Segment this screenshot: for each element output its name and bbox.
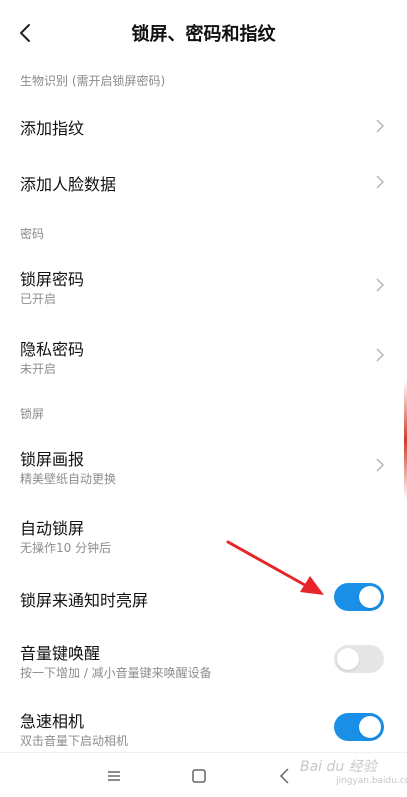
chevron-right-icon: [376, 119, 385, 133]
row-auto-lock[interactable]: 自动锁屏 无操作10 分钟后: [0, 502, 407, 566]
wake-on-notification-toggle[interactable]: [334, 583, 384, 611]
settings-screen: 锁屏、密码和指纹 生物识别 (需开启锁屏密码) 添加指纹 添加人脸数据 密码 锁…: [0, 0, 407, 797]
row-subtitle: 双击音量下启动相机: [20, 734, 129, 748]
chevron-right-icon: [376, 175, 385, 189]
row-privacy-password[interactable]: 隐私密码 未开启: [0, 322, 407, 388]
annotation-arrow: [226, 540, 324, 595]
quick-camera-toggle[interactable]: [334, 713, 384, 741]
chevron-right-icon: [376, 348, 385, 362]
section-label-lockscreen: 锁屏: [20, 407, 45, 421]
row-add-face[interactable]: 添加人脸数据: [0, 154, 407, 210]
row-subtitle: 无操作10 分钟后: [20, 541, 112, 555]
row-quick-camera[interactable]: 急速相机 双击音量下启动相机: [0, 698, 407, 752]
toggle-knob: [337, 648, 359, 670]
row-subtitle: 未开启: [20, 362, 57, 376]
row-title: 锁屏画报: [20, 450, 85, 469]
row-title: 隐私密码: [20, 340, 85, 359]
page-title: 锁屏、密码和指纹: [131, 24, 276, 45]
row-title: 急速相机: [20, 712, 85, 731]
chevron-right-icon: [376, 458, 385, 472]
header: 锁屏、密码和指纹: [0, 0, 407, 66]
row-wake-on-notification[interactable]: 锁屏来通知时亮屏: [0, 568, 407, 626]
section-label-password: 密码: [20, 227, 45, 241]
toggle-knob: [359, 586, 381, 608]
row-volume-wake[interactable]: 音量键唤醒 按一下增加 / 减小音量键来唤醒设备: [0, 630, 407, 692]
chevron-right-icon: [376, 278, 385, 292]
row-lock-password[interactable]: 锁屏密码 已开启: [0, 252, 407, 318]
row-title: 添加指纹: [20, 119, 85, 138]
back-icon[interactable]: [275, 766, 295, 786]
row-title: 音量键唤醒: [20, 644, 101, 663]
menu-icon[interactable]: [104, 766, 124, 786]
row-title: 锁屏密码: [20, 270, 85, 289]
row-title: 锁屏来通知时亮屏: [20, 591, 149, 610]
row-add-fingerprint[interactable]: 添加指纹: [0, 98, 407, 154]
toggle-knob: [359, 716, 381, 738]
home-icon[interactable]: [189, 766, 209, 786]
section-label-biometric: 生物识别 (需开启锁屏密码): [20, 74, 166, 88]
row-subtitle: 精美壁纸自动更换: [20, 472, 117, 486]
row-title: 添加人脸数据: [20, 175, 117, 194]
volume-wake-toggle[interactable]: [334, 645, 384, 673]
baidu-watermark: Bai du 经验: [300, 759, 377, 775]
row-lock-wallpaper[interactable]: 锁屏画报 精美壁纸自动更换: [0, 432, 407, 498]
row-subtitle: 按一下增加 / 减小音量键来唤醒设备: [20, 666, 212, 680]
baidu-watermark-url: jingyan.baidu.com: [336, 776, 407, 786]
row-subtitle: 已开启: [20, 292, 57, 306]
row-title: 自动锁屏: [20, 519, 85, 538]
